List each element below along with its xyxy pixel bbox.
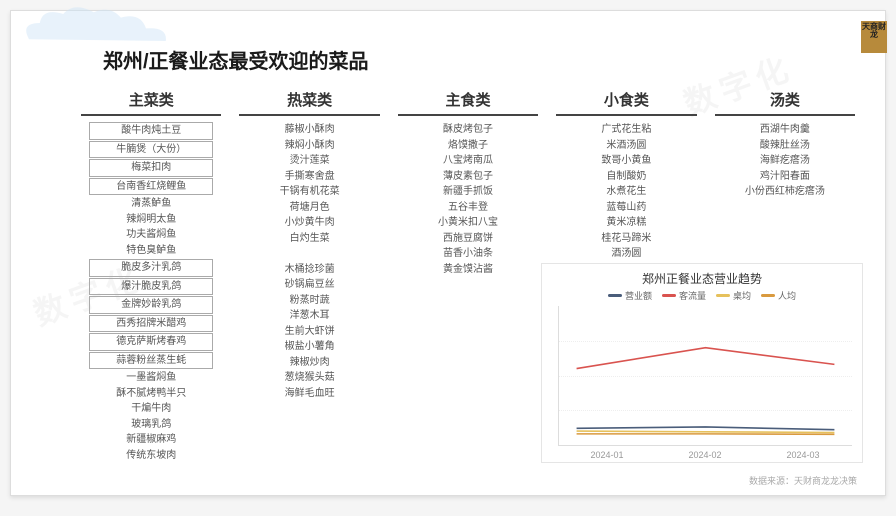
dish-item: 新疆椒麻鸡: [81, 432, 221, 448]
dish-item: 木桶捻珍菌: [239, 262, 379, 278]
chart-title: 郑州正餐业态营业趋势: [542, 264, 862, 289]
dish-item: 蓝莓山药: [556, 200, 696, 216]
dish-item: 玻璃乳鸽: [81, 417, 221, 433]
dish-item: 苗香小油条: [398, 246, 538, 262]
dish-item: 粉蒸时蔬: [239, 293, 379, 309]
dish-item: 海鲜毛血旺: [239, 386, 379, 402]
dish-item: 水煮花生: [556, 184, 696, 200]
page-title: 郑州/正餐业态最受欢迎的菜品: [103, 45, 369, 74]
dish-item: 特色臭鲈鱼: [81, 243, 221, 259]
dish-item: 海鲜疙瘩汤: [715, 153, 855, 169]
legend-item: 人均: [761, 289, 796, 302]
dish-item: 脆皮多汁乳鸽: [89, 259, 213, 277]
dish-item: 德克萨斯烤春鸡: [89, 333, 213, 351]
dish-item: 新疆手抓饭: [398, 184, 538, 200]
dish-item: 五谷丰登: [398, 200, 538, 216]
dish-item: 鸡汁阳春面: [715, 169, 855, 185]
dish-item: 干锅有机花菜: [239, 184, 379, 200]
dish-item: 米酒汤圆: [556, 138, 696, 154]
dish-item: 小黄米扣八宝: [398, 215, 538, 231]
column-header: 主食类: [398, 89, 538, 110]
dish-item: 功夫酱焖鱼: [81, 227, 221, 243]
dish-item: 薄皮素包子: [398, 169, 538, 185]
dish-item: 烙馍撒子: [398, 138, 538, 154]
xtick: 2024-02: [688, 450, 721, 460]
dish-item: 台南香红烧鲤鱼: [89, 178, 213, 196]
dish-item: 酥不腻烤鸭半只: [81, 386, 221, 402]
dish-item: 椒盐小薯角: [239, 339, 379, 355]
dish-item: 生前大虾饼: [239, 324, 379, 340]
column: 主食类酥皮烤包子烙馍撒子八宝烤南瓜薄皮素包子新疆手抓饭五谷丰登小黄米扣八宝西施豆…: [398, 89, 538, 463]
dish-item: 爆汁脆皮乳鸽: [89, 278, 213, 296]
trend-chart: 郑州正餐业态营业趋势 营业额客流量桌均人均 2024-012024-022024…: [541, 263, 863, 463]
xtick: 2024-01: [590, 450, 623, 460]
column-header: 汤类: [715, 89, 855, 110]
dish-item: 西湖牛肉羹: [715, 122, 855, 138]
dish-item: 梅菜扣肉: [89, 159, 213, 177]
dish-item: 自制酸奶: [556, 169, 696, 185]
dish-item: 辣椒炒肉: [239, 355, 379, 371]
dish-item: 西施豆腐饼: [398, 231, 538, 247]
dish-item: 砂锅扁豆丝: [239, 277, 379, 293]
dish-item: 牛腩煲（大份）: [89, 141, 213, 159]
legend-item: 桌均: [716, 289, 751, 302]
dish-item: 藤椒小酥肉: [239, 122, 379, 138]
column-header: 热菜类: [239, 89, 379, 110]
dish-item: 一墨酱焖鱼: [81, 370, 221, 386]
column-header: 小食类: [556, 89, 696, 110]
data-source: 数据来源：天财商龙龙决策: [749, 474, 857, 487]
dish-item: 黄米凉糕: [556, 215, 696, 231]
legend-item: 客流量: [662, 289, 706, 302]
dish-item: 西秀招牌米醋鸡: [89, 315, 213, 333]
dish-item: 酸辣肚丝汤: [715, 138, 855, 154]
dish-item: [239, 246, 379, 262]
dish-item: 洋葱木耳: [239, 308, 379, 324]
xtick: 2024-03: [786, 450, 819, 460]
column-header: 主菜类: [81, 89, 221, 110]
page: 天商财龙 郑州/正餐业态最受欢迎的菜品 数字化 数字化 主菜类酸牛肉炖土豆牛腩煲…: [10, 10, 886, 496]
dish-item: 小炒黄牛肉: [239, 215, 379, 231]
cloud-decoration: [11, 5, 191, 50]
dish-item: 小份西红柿疙瘩汤: [715, 184, 855, 200]
dish-item: 干煸牛肉: [81, 401, 221, 417]
dish-item: 葱烧猴头菇: [239, 370, 379, 386]
dish-item: 辣焖小酥肉: [239, 138, 379, 154]
dish-item: 桂花马蹄米: [556, 231, 696, 247]
chart-legend: 营业额客流量桌均人均: [542, 289, 862, 302]
dish-item: 传统东坡肉: [81, 448, 221, 464]
dish-item: 致哥小黄鱼: [556, 153, 696, 169]
dish-item: 广式花生粘: [556, 122, 696, 138]
dish-item: 清蒸鲈鱼: [81, 196, 221, 212]
chart-xticks: 2024-01 2024-02 2024-03: [542, 450, 862, 460]
dish-item: 手撕寒舍盘: [239, 169, 379, 185]
dish-item: 八宝烤南瓜: [398, 153, 538, 169]
dish-item: 蒜蓉粉丝蒸生蚝: [89, 352, 213, 370]
chart-plot: [558, 306, 852, 446]
column: 热菜类藤椒小酥肉辣焖小酥肉烫汁莲菜手撕寒舍盘干锅有机花菜荷塘月色小炒黄牛肉白灼生…: [239, 89, 379, 463]
dish-item: 黄金馍沾酱: [398, 262, 538, 278]
legend-item: 营业额: [608, 289, 652, 302]
dish-item: 荷塘月色: [239, 200, 379, 216]
dish-item: 酒汤圆: [556, 246, 696, 262]
dish-item: 白灼生菜: [239, 231, 379, 247]
column: 主菜类酸牛肉炖土豆牛腩煲（大份）梅菜扣肉台南香红烧鲤鱼清蒸鲈鱼辣焖明太鱼功夫酱焖…: [81, 89, 221, 463]
dish-item: 金牌妙龄乳鸽: [89, 296, 213, 314]
dish-item: 烫汁莲菜: [239, 153, 379, 169]
dish-item: 酸牛肉炖土豆: [89, 122, 213, 140]
logo-corner: 天商财龙: [861, 21, 887, 53]
dish-item: 辣焖明太鱼: [81, 212, 221, 228]
dish-item: 酥皮烤包子: [398, 122, 538, 138]
